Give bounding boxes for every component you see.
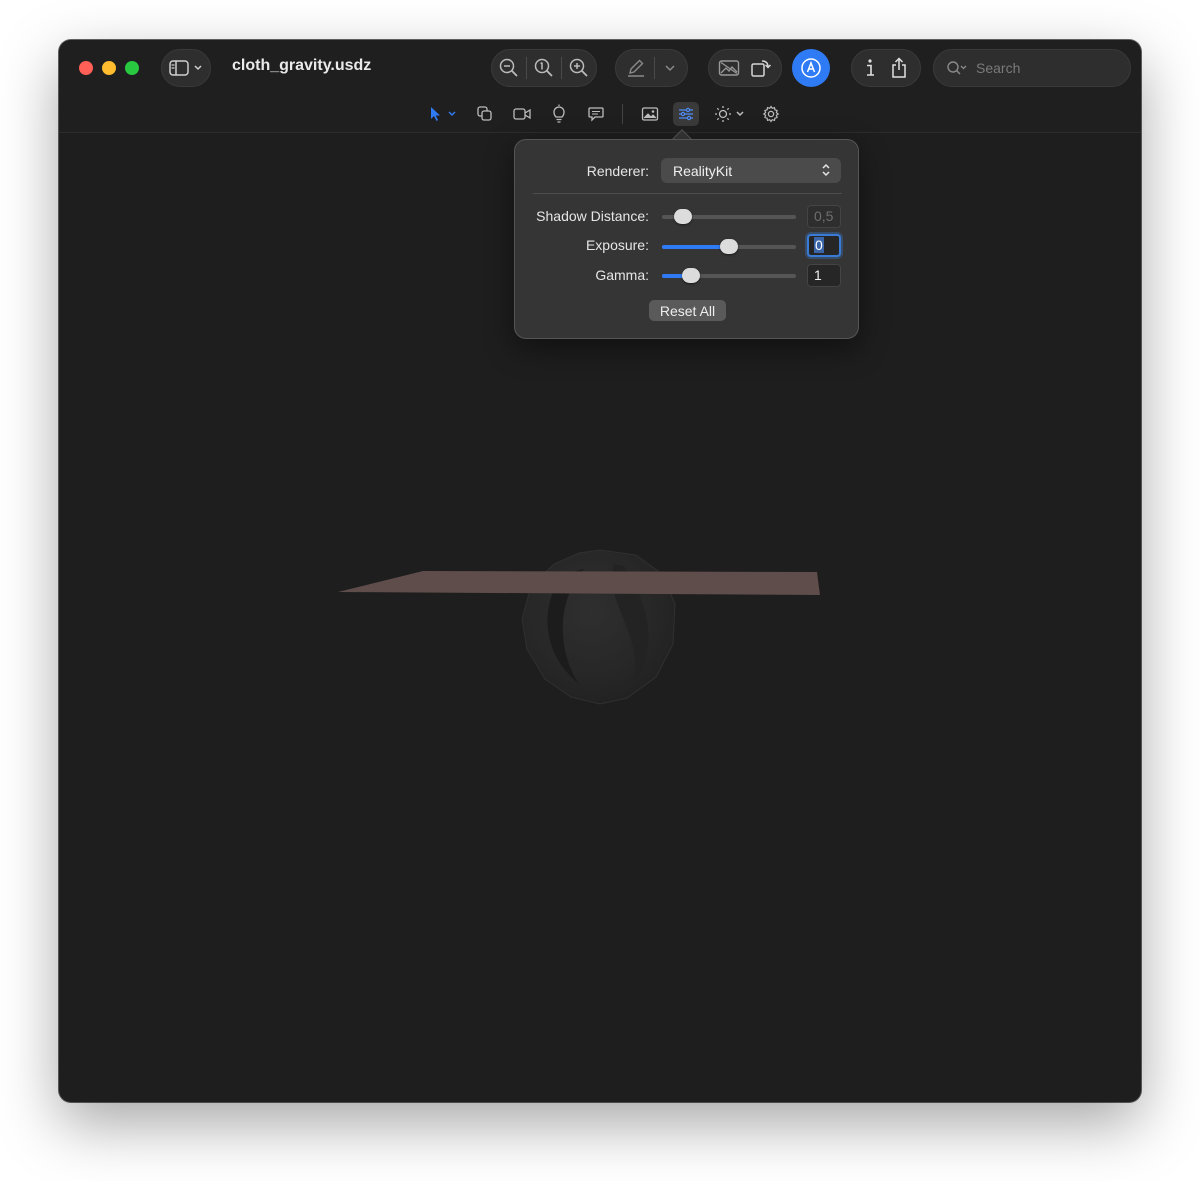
shapes-tool-button[interactable]: [473, 102, 497, 126]
minimize-window-button[interactable]: [102, 61, 116, 75]
rotate-icon[interactable]: [750, 57, 772, 79]
chevron-down-icon: [735, 111, 744, 117]
divider: [533, 193, 842, 194]
info-share-controls: [851, 49, 921, 87]
toolbar-divider: [622, 104, 623, 124]
background-tool-button[interactable]: [638, 102, 662, 126]
adjustments-tool-button[interactable]: [673, 102, 699, 126]
markup-controls: [615, 49, 688, 87]
sidebar-toggle-icon: [169, 60, 189, 76]
slider-knob[interactable]: [720, 239, 738, 254]
search-icon: [947, 61, 967, 75]
shadow-distance-slider[interactable]: [662, 209, 796, 224]
gamma-slider[interactable]: [662, 268, 796, 283]
actual-size-icon: [534, 58, 553, 77]
markup-toggle-button[interactable]: [792, 49, 830, 87]
comment-tool-button[interactable]: [584, 102, 608, 126]
info-icon[interactable]: [864, 58, 876, 78]
chevron-down-icon: [665, 65, 675, 72]
sliders-icon: [679, 107, 693, 121]
renderer-value: RealityKit: [673, 162, 733, 179]
lightbulb-icon: [553, 104, 565, 123]
reset-all-button[interactable]: Reset All: [649, 300, 726, 321]
light-tool-button[interactable]: [547, 102, 571, 126]
zoom-controls: [491, 49, 597, 87]
markup-menu-button[interactable]: [655, 64, 685, 72]
gamma-label: Gamma:: [595, 267, 649, 283]
zoom-out-button[interactable]: [492, 58, 526, 78]
share-icon[interactable]: [890, 57, 908, 79]
slider-fill: [662, 245, 729, 249]
actual-size-button[interactable]: [527, 58, 561, 78]
zoom-in-button[interactable]: [562, 58, 596, 78]
exposure-value: 0: [814, 237, 824, 253]
image-icon: [641, 107, 659, 121]
photo-icon[interactable]: [718, 59, 740, 77]
settings-tool-button[interactable]: [759, 102, 783, 126]
exposure-label: Exposure:: [585, 237, 649, 253]
speech-bubble-icon: [588, 107, 604, 122]
markup-button[interactable]: [618, 58, 654, 78]
search-input[interactable]: [976, 60, 1116, 76]
app-window: cloth_gravity.usdz Search Renderer: Real…: [59, 40, 1141, 1102]
exposure-field[interactable]: 0: [807, 234, 841, 257]
adjustments-popover: Renderer: RealityKit Shadow Distance: 0,…: [514, 139, 859, 339]
camera-tool-button[interactable]: [510, 102, 534, 126]
lighting-menu-button[interactable]: [711, 102, 747, 126]
select-tool-button[interactable]: [425, 102, 461, 126]
renderer-label: Renderer:: [586, 163, 649, 179]
close-window-button[interactable]: [79, 61, 93, 75]
exposure-slider[interactable]: [662, 239, 796, 254]
cloth-plane: [338, 571, 820, 595]
pencil-icon: [628, 59, 644, 77]
sun-icon: [714, 106, 731, 122]
markup-circle-icon: [801, 58, 821, 78]
slider-knob[interactable]: [674, 209, 693, 224]
chevron-down-icon: [448, 111, 456, 117]
search-field[interactable]: [933, 49, 1131, 87]
shadow-distance-field[interactable]: 0,5: [807, 205, 841, 228]
slider-knob[interactable]: [682, 268, 701, 283]
view-controls: [708, 49, 782, 87]
zoom-window-button[interactable]: [125, 61, 139, 75]
renderer-select[interactable]: RealityKit: [661, 158, 841, 183]
shadow-distance-label: Shadow Distance:: [536, 208, 649, 224]
document-title: cloth_gravity.usdz: [232, 57, 372, 74]
shapes-icon: [477, 106, 492, 121]
chevron-down-icon: [194, 65, 202, 71]
pointer-icon: [431, 107, 440, 121]
gamma-field[interactable]: 1: [807, 264, 841, 287]
updown-chevron-icon: [822, 163, 830, 177]
titlebar: cloth_gravity.usdz: [59, 40, 1141, 133]
zoom-out-icon: [499, 58, 518, 77]
sidebar-toggle-button[interactable]: [161, 49, 211, 87]
video-camera-icon: [513, 108, 531, 120]
zoom-in-icon: [569, 58, 588, 77]
gear-icon: [762, 105, 780, 123]
